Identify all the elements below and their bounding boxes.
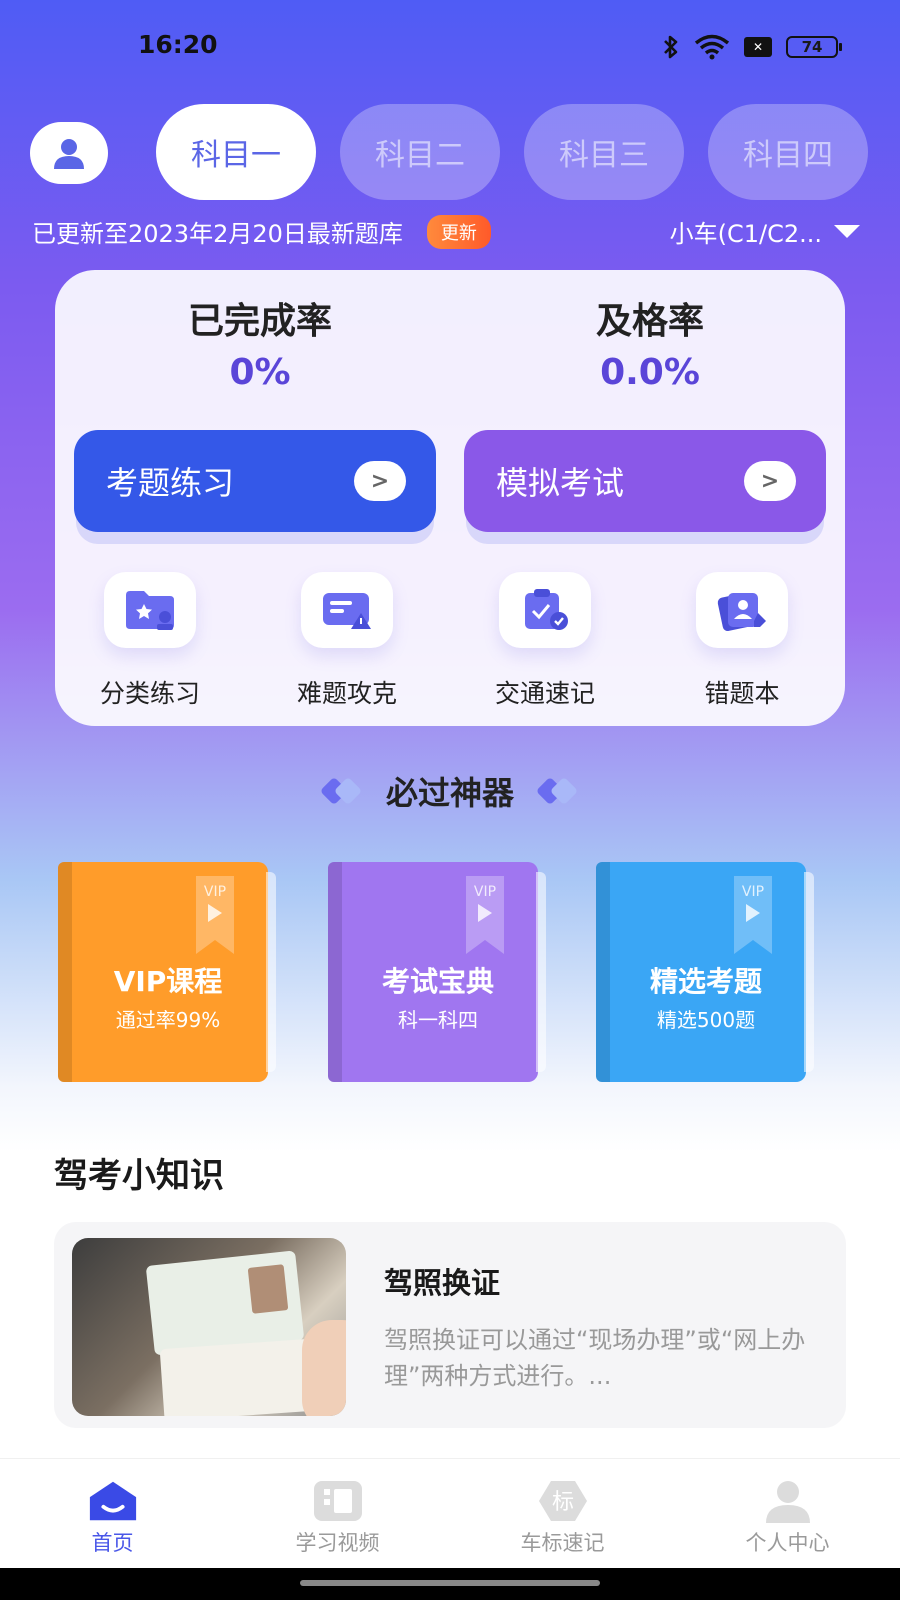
section-title: 必过神器	[0, 768, 900, 814]
status-bar: 16:20 ✕ 74	[0, 0, 900, 96]
home-indicator[interactable]	[300, 1580, 600, 1586]
tab-subject-3[interactable]: 科目三	[524, 104, 684, 200]
license-photo-shape	[247, 1264, 289, 1314]
chevron-right-icon: >	[354, 461, 406, 501]
tab-subject-2[interactable]: 科目二	[340, 104, 500, 200]
article-thumbnail	[72, 1238, 346, 1416]
book-exam-guide[interactable]: VIP 考试宝典 科一科四	[328, 862, 546, 1082]
video-icon	[312, 1479, 364, 1523]
book-selected-questions[interactable]: VIP 精选考题 精选500题	[596, 862, 814, 1082]
practice-button[interactable]: 考题练习 >	[74, 430, 436, 532]
update-badge-button[interactable]: 更新	[426, 214, 491, 249]
article-description: 驾照换证可以通过“现场办理”或“网上办理”两种方式进行。...	[384, 1326, 806, 1390]
battery-icon: 74	[786, 36, 842, 58]
nav-car-logo[interactable]: 标 车标速记	[450, 1459, 675, 1568]
book-title: 考试宝典	[381, 965, 494, 998]
tab-subject-1[interactable]: 科目一	[156, 104, 316, 200]
feature-label: 错题本	[704, 679, 780, 708]
article-card[interactable]: 驾照换证 驾照换证可以通过“现场办理”或“网上办理”两种方式进行。...	[54, 1222, 846, 1428]
profile-icon	[762, 1479, 814, 1523]
car-logo-icon: 标	[537, 1479, 589, 1523]
book-title: 精选考题	[649, 965, 762, 998]
avatar-button[interactable]	[30, 122, 108, 184]
home-icon	[87, 1479, 139, 1523]
pass-rate-label: 及格率	[595, 301, 704, 342]
mock-exam-button[interactable]: 模拟考试 >	[464, 430, 826, 532]
feature-category-practice[interactable]: 分类练习	[65, 572, 235, 710]
play-icon	[746, 904, 760, 922]
diamond-decoration-icon	[319, 776, 363, 806]
book-vip-course[interactable]: VIP VIP课程 通过率99%	[58, 862, 276, 1082]
book-subtitle: 精选500题	[656, 1008, 756, 1032]
book-pages	[804, 872, 814, 1072]
nav-label: 个人中心	[745, 1531, 830, 1555]
vip-tag: VIP	[741, 884, 765, 900]
bottom-nav: 首页 学习视频 标 车标速记 个人中心	[0, 1458, 900, 1568]
card-alert-icon	[301, 572, 393, 648]
pass-rate-value: 0.0%	[600, 352, 700, 393]
update-info: 已更新至2023年2月20日最新题库 更新	[32, 214, 491, 249]
tips-section-title: 驾考小知识	[54, 1156, 224, 1196]
clipboard-check-icon	[499, 572, 591, 648]
folder-star-icon	[104, 572, 196, 648]
completion-value: 0%	[229, 352, 291, 393]
feature-label: 难题攻克	[296, 679, 397, 708]
bluetooth-icon	[664, 35, 678, 59]
feature-traffic-memo[interactable]: 交通速记	[460, 572, 630, 710]
status-icons: ✕ 74	[662, 34, 842, 60]
practice-label: 考题练习	[106, 464, 235, 502]
svg-text:标: 标	[551, 1490, 573, 1515]
user-icon	[54, 139, 84, 169]
status-time: 16:20	[138, 30, 218, 59]
notebook-edit-icon	[696, 572, 788, 648]
subject-tabs: 科目一 科目二 科目三 科目四	[156, 104, 868, 200]
feature-label: 分类练习	[99, 679, 200, 708]
book-subtitle: 科一科四	[398, 1008, 478, 1032]
pass-rate-stat: 及格率 0.0%	[500, 292, 800, 393]
feature-label: 交通速记	[494, 679, 595, 708]
car-type-label: 小车(C1/C2...	[669, 220, 822, 248]
completion-label: 已完成率	[187, 301, 332, 342]
diamond-decoration-icon	[535, 776, 579, 806]
chevron-right-icon: >	[744, 461, 796, 501]
feature-wrong-book[interactable]: 错题本	[657, 572, 827, 710]
feature-hard-questions[interactable]: 难题攻克	[262, 572, 432, 710]
nav-label: 学习视频	[295, 1531, 380, 1555]
nav-profile[interactable]: 个人中心	[675, 1459, 900, 1568]
completion-stat: 已完成率 0%	[110, 292, 410, 393]
book-subtitle: 通过率99%	[115, 1008, 221, 1032]
vip-tag: VIP	[203, 884, 227, 900]
nav-home[interactable]: 首页	[0, 1459, 225, 1568]
dropdown-arrow-icon	[834, 225, 860, 238]
book-pages	[266, 872, 276, 1072]
section-title-text: 必过神器	[385, 774, 514, 812]
nav-label: 首页	[91, 1531, 134, 1555]
book-spine	[596, 862, 610, 1082]
hand-shape	[302, 1320, 346, 1416]
vip-tag: VIP	[473, 884, 497, 900]
mock-exam-label: 模拟考试	[496, 464, 625, 502]
article-title: 驾照换证	[384, 1266, 501, 1300]
book-pages	[536, 872, 546, 1072]
nav-label: 车标速记	[520, 1531, 605, 1555]
update-text: 已更新至2023年2月20日最新题库	[32, 220, 403, 248]
progress-card: 已完成率 0% 及格率 0.0% 考题练习 > 模拟考试 > 分类练习 难题攻克…	[55, 270, 845, 726]
car-type-select[interactable]: 小车(C1/C2...	[670, 214, 860, 249]
nav-study-video[interactable]: 学习视频	[225, 1459, 450, 1568]
license-card-shape	[159, 1338, 315, 1416]
book-title: VIP课程	[113, 965, 223, 998]
play-icon	[208, 904, 222, 922]
tab-subject-4[interactable]: 科目四	[708, 104, 868, 200]
wifi-icon	[694, 34, 730, 60]
book-spine	[328, 862, 342, 1082]
sim-icon: ✕	[744, 37, 772, 57]
play-icon	[478, 904, 492, 922]
book-spine	[58, 862, 72, 1082]
